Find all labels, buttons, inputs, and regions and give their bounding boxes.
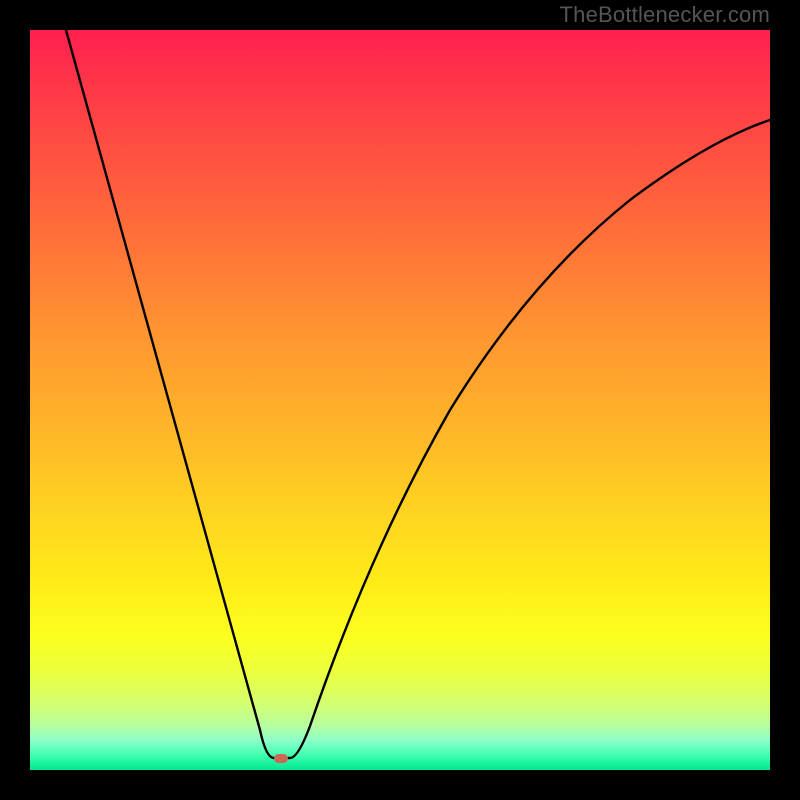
plot-area xyxy=(30,30,770,770)
curve-layer xyxy=(30,30,770,770)
bottleneck-curve xyxy=(66,30,770,758)
chart-frame: TheBottlenecker.com xyxy=(0,0,800,800)
attribution-label: TheBottlenecker.com xyxy=(560,2,770,28)
min-marker xyxy=(274,754,288,763)
